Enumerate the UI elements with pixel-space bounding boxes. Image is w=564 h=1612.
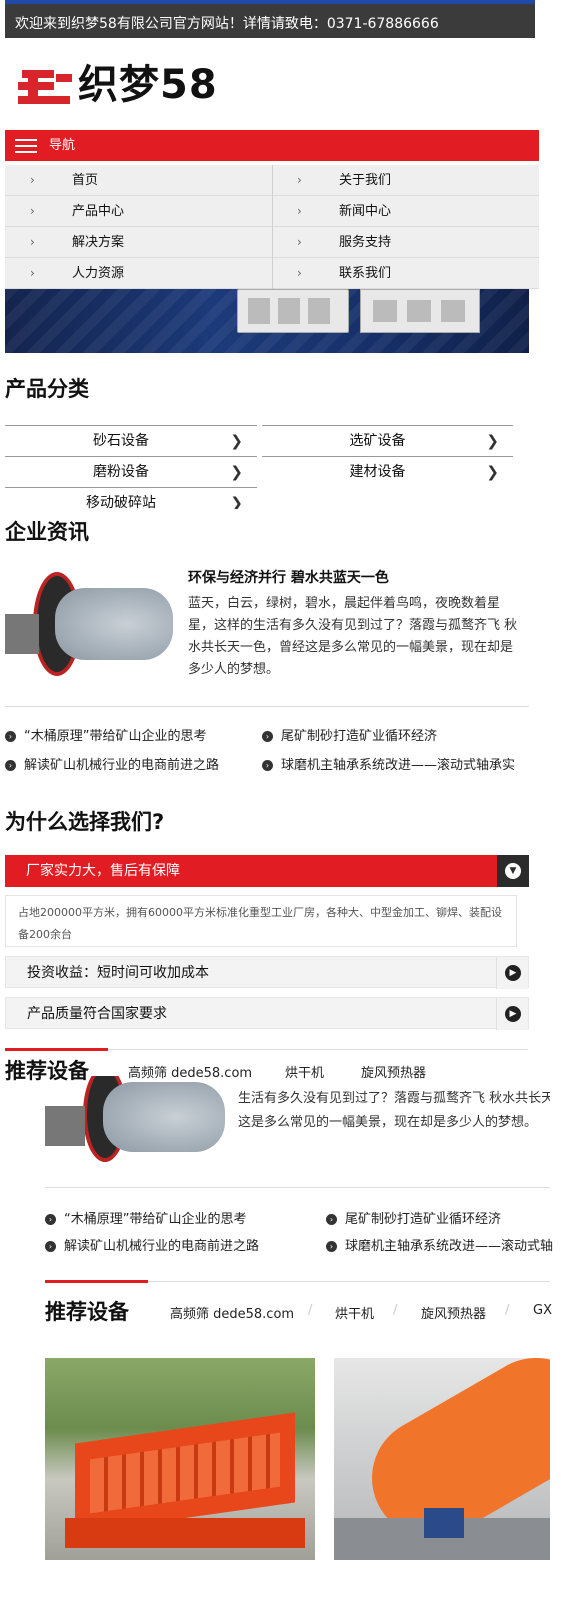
section-title-products: 产品分类	[5, 377, 89, 401]
circle-arrow-icon: ›	[45, 1214, 56, 1225]
category-item[interactable]: 移动破碎站 ❯	[5, 487, 257, 509]
chevron-right-icon: ›	[297, 266, 302, 280]
chevron-right-icon: ›	[30, 173, 35, 187]
screen-base	[65, 1518, 305, 1548]
tab-separator: /	[505, 1303, 510, 1318]
divider	[148, 1281, 550, 1282]
circle-arrow-icon: ›	[5, 731, 16, 742]
ball-mill-drum	[55, 588, 173, 660]
recommend-tab[interactable]: 高频筛 dede58.com	[170, 1303, 294, 1322]
chevron-right-icon: ›	[297, 173, 302, 187]
category-item[interactable]: 建材设备 ❯	[262, 456, 513, 486]
section-title-recommend: 推荐设备	[45, 1300, 129, 1324]
circle-arrow-icon: ›	[262, 731, 273, 742]
news-summary-overlap-2: 这是多么常见的一幅美景，现在却是多少人的梦想。	[238, 1115, 538, 1130]
logo-text: 织梦58	[78, 62, 218, 108]
news-featured-title[interactable]: 环保与经济并行 碧水共蓝天一色	[188, 567, 389, 587]
ball-mill-motor	[45, 1106, 85, 1146]
nav-item-news[interactable]: › 新闻中心	[272, 196, 539, 227]
news-featured-image[interactable]	[5, 568, 175, 680]
nav-item-hr[interactable]: › 人力资源	[5, 258, 272, 289]
nav-label: 导航	[49, 138, 76, 153]
circle-arrow-icon: ›	[262, 760, 273, 771]
why-item-active[interactable]: 厂家实力大，售后有保障 ▼	[5, 855, 529, 887]
tab-separator: /	[308, 1303, 313, 1318]
nav-item-products[interactable]: › 产品中心	[5, 196, 272, 227]
news-list-item[interactable]: › “木桶原理”带给矿山企业的思考	[45, 1208, 246, 1227]
nav-item-contact[interactable]: › 联系我们	[272, 258, 539, 289]
section-title-why: 为什么选择我们?	[5, 810, 165, 834]
logo-mark-icon	[18, 70, 72, 104]
tab-separator: /	[393, 1303, 398, 1318]
menu-icon	[15, 139, 37, 153]
news-list-item[interactable]: › 尾矿制砂打造矿业循环经济	[262, 725, 437, 744]
news-list-item[interactable]: › 球磨机主轴承系统改进——滚动式轴承实	[262, 754, 515, 773]
news-featured-summary: 蓝天，白云，绿树，碧水，晨起伴着鸟鸣，夜晚数着星星，这样的生活有多久没有见到过了…	[188, 596, 518, 677]
top-bar-text: 欢迎来到织梦58有限公司官方网站！详情请致电：0371-67886666	[15, 16, 439, 32]
arrow-right-circle-icon: ▶	[496, 957, 528, 989]
recommend-tab[interactable]: GX	[533, 1303, 552, 1318]
chevron-down-circle-icon: ▼	[497, 855, 529, 887]
news-list-item[interactable]: › 球磨机主轴承系统改进——滚动式轴	[326, 1235, 556, 1254]
divider	[5, 706, 529, 707]
product-image-rotary-dryer[interactable]	[334, 1358, 550, 1560]
divider	[108, 1049, 528, 1050]
recommend-tab[interactable]: 旋风预热器	[361, 1062, 426, 1081]
category-item[interactable]: 选矿设备 ❯	[262, 425, 513, 455]
nav-toggle[interactable]: 导航	[5, 130, 539, 161]
chevron-right-icon: ❯	[486, 463, 499, 481]
chevron-right-icon: ›	[297, 204, 302, 218]
why-item[interactable]: 产品质量符合国家要求 ▶	[5, 997, 529, 1030]
recommend-tab[interactable]: 旋风预热器	[421, 1303, 486, 1322]
news-list-item[interactable]: › 解读矿山机械行业的电商前进之路	[5, 754, 219, 773]
chevron-right-icon: ❯	[230, 463, 243, 481]
chevron-right-icon: ›	[30, 204, 35, 218]
chevron-right-icon: ›	[30, 235, 35, 249]
category-item[interactable]: 磨粉设备 ❯	[5, 456, 257, 486]
crusher-machine-image-2	[360, 289, 480, 333]
chevron-right-icon: ❯	[486, 432, 499, 450]
why-item[interactable]: 投资收益：短时间可收加成本 ▶	[5, 956, 529, 989]
nav-divider	[272, 165, 273, 289]
top-bar: 欢迎来到织梦58有限公司官方网站！详情请致电：0371-67886666	[5, 0, 535, 38]
section-accent-bar	[45, 1280, 148, 1283]
nav-item-about[interactable]: › 关于我们	[272, 165, 539, 196]
chevron-right-icon: ›	[297, 235, 302, 249]
circle-arrow-icon: ›	[5, 760, 16, 771]
crusher-machine-image	[237, 289, 349, 333]
divider	[45, 1187, 550, 1188]
dryer-support	[424, 1508, 464, 1538]
section-title-news: 企业资讯	[5, 520, 89, 544]
product-image-vibrating-screen[interactable]	[45, 1358, 315, 1560]
chevron-right-icon: ❯	[230, 432, 243, 450]
recommend-tab[interactable]: 烘干机	[285, 1062, 324, 1081]
recommend-tab[interactable]: 烘干机	[335, 1303, 374, 1322]
chevron-right-icon: ❯	[230, 494, 243, 509]
nav-item-support[interactable]: › 服务支持	[272, 227, 539, 258]
circle-arrow-icon: ›	[45, 1241, 56, 1252]
news-list-item[interactable]: › 解读矿山机械行业的电商前进之路	[45, 1235, 259, 1254]
nav-item-solutions[interactable]: › 解决方案	[5, 227, 272, 258]
circle-arrow-icon: ›	[326, 1241, 337, 1252]
nav-item-home[interactable]: › 首页	[5, 165, 272, 196]
arrow-right-circle-icon: ▶	[496, 998, 528, 1030]
ball-mill-drum	[103, 1082, 225, 1152]
category-item[interactable]: 砂石设备 ❯	[5, 425, 257, 455]
hero-banner[interactable]	[5, 289, 529, 353]
nav-menu: › 首页 › 关于我们 › 产品中心 › 新闻中心 › 解决方案 › 服务支持 › 人力资源 …	[5, 165, 539, 289]
chevron-right-icon: ›	[30, 266, 35, 280]
news-list-item[interactable]: › 尾矿制砂打造矿业循环经济	[326, 1208, 501, 1227]
why-item-description: 占地200000平方米，拥有60000平方米标准化重型工业厂房，各种大、中型金加…	[5, 895, 517, 947]
news-summary-overlap: 生活有多久没有见到过了？落霞与孤鹜齐飞 秋水共长天一	[238, 1091, 550, 1106]
ball-mill-motor	[5, 614, 39, 654]
news-list-item[interactable]: › “木桶原理”带给矿山企业的思考	[5, 725, 206, 744]
section-accent-bar	[5, 1048, 108, 1051]
circle-arrow-icon: ›	[326, 1214, 337, 1225]
news-featured-image-overlap[interactable]	[45, 1076, 230, 1168]
